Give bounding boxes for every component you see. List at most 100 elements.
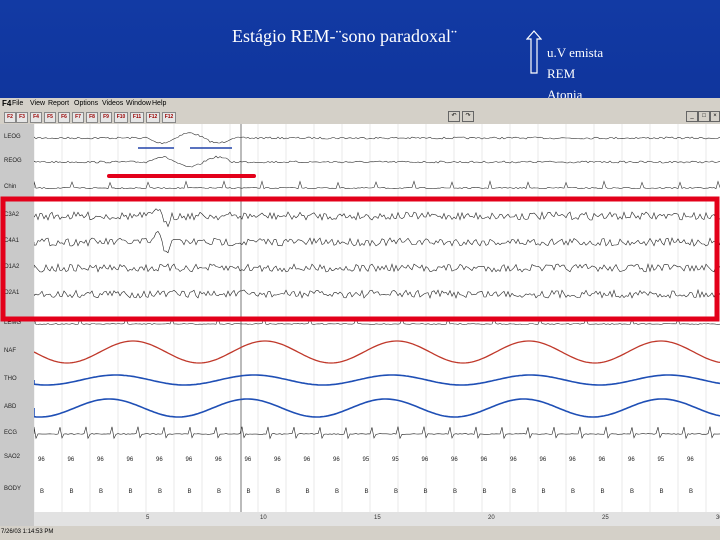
body-position-value: B [394, 489, 398, 495]
menu-window[interactable]: Window [126, 100, 151, 107]
toolbar-button[interactable]: F12 [146, 112, 160, 123]
toolbar-button[interactable]: F2 [4, 112, 16, 123]
menu-report[interactable]: Report [48, 100, 69, 107]
signal-trace [34, 230, 720, 254]
toolbar: F2 F3 F4 F5 F6 F7 F8 F9 F10 F11 F12 F12 … [0, 110, 720, 125]
spo2-value: 96 [628, 457, 635, 463]
spo2-value: 95 [392, 457, 399, 463]
spo2-value: 96 [510, 457, 517, 463]
menu-videos[interactable]: Videos [102, 100, 123, 107]
body-position-value: B [601, 489, 605, 495]
spo2-value: 96 [687, 457, 694, 463]
spo2-value: 96 [422, 457, 429, 463]
channel-label-body: BODY [4, 486, 22, 492]
spo2-value: 96 [481, 457, 488, 463]
menu-file[interactable]: File [12, 100, 23, 107]
body-position-value: B [483, 489, 487, 495]
channel-label-ecg: ECG [4, 430, 18, 436]
channel-label-leog: LEOG [4, 134, 21, 140]
redo-icon[interactable]: ↷ [462, 111, 474, 122]
channel-label-abd: ABD [4, 404, 17, 410]
spo2-value: 96 [333, 457, 340, 463]
signal-trace [34, 208, 720, 228]
spo2-value: 96 [38, 457, 45, 463]
signal-trace [34, 340, 720, 364]
time-tick-label: 20 [488, 515, 495, 521]
channel-labels: LEOG REOG Chin C3A2 C4A1 O1A2 O2A1 LEMG NAF THO AB… [0, 124, 34, 512]
body-position-value: B [512, 489, 516, 495]
signal-trace [34, 288, 720, 299]
close-icon[interactable]: × [710, 111, 720, 122]
note-line: u.V emista [547, 45, 604, 60]
toolbar-button[interactable]: F11 [130, 112, 144, 123]
channel-label-sao2: SAO2 [4, 454, 21, 460]
slide-notes: u.V emista REM Atonia [547, 42, 603, 105]
signal-trace [34, 155, 720, 168]
undo-icon[interactable]: ↶ [448, 111, 460, 122]
time-tick-label: 30 [716, 515, 720, 521]
signal-trace [34, 317, 720, 325]
minimize-icon[interactable]: _ [686, 111, 698, 122]
toolbar-button[interactable]: F9 [100, 112, 112, 123]
note-line: REM [547, 66, 576, 81]
body-position-value: B [306, 489, 310, 495]
status-clock: 7/26/03 1:14:53 PM [1, 529, 54, 535]
channel-label-o2a1: O2A1 [4, 290, 20, 296]
time-tick-label: 25 [602, 515, 609, 521]
toolbar-button[interactable]: F3 [16, 112, 28, 123]
body-position-value: B [188, 489, 192, 495]
toolbar-button[interactable]: F12 [162, 112, 176, 123]
time-tick-label: 15 [374, 515, 381, 521]
body-position-value: B [276, 489, 280, 495]
spo2-value: 96 [569, 457, 576, 463]
signal-trace [34, 398, 720, 418]
signal-plot: 96 96 96 96 96 96 96 96 96 96 96 95 95 96 96 96 96 96 96 96… [34, 124, 720, 512]
signal-trace [34, 180, 720, 190]
toolbar-button[interactable]: F7 [72, 112, 84, 123]
toolbar-button[interactable]: F5 [44, 112, 56, 123]
menu-help[interactable]: Help [152, 100, 166, 107]
body-position-value: B [571, 489, 575, 495]
channel-label-lemg: LEMG [4, 320, 22, 326]
spo2-value: 96 [156, 457, 163, 463]
spo2-value: 96 [451, 457, 458, 463]
body-position-value: B [689, 489, 693, 495]
body-position-value: B [542, 489, 546, 495]
maximize-icon[interactable]: □ [698, 111, 710, 122]
menu-view[interactable]: View [30, 100, 45, 107]
toolbar-button[interactable]: F8 [86, 112, 98, 123]
channel-label-o1a2: O1A2 [4, 264, 20, 270]
spo2-value: 96 [97, 457, 104, 463]
body-position-value: B [158, 489, 162, 495]
psg-viewer-window: F4 File View Report Options Videos Windo… [0, 98, 720, 540]
spo2-value: 96 [245, 457, 252, 463]
body-position-value: B [40, 489, 44, 495]
signal-trace [34, 426, 720, 440]
signal-trace [34, 132, 720, 145]
spo2-value: 96 [599, 457, 606, 463]
signal-trace [34, 263, 720, 273]
body-position-value: B [217, 489, 221, 495]
channel-label-c3a2: C3A2 [4, 212, 20, 218]
time-axis: 5 10 15 20 25 30 [34, 512, 720, 526]
body-position-value: B [630, 489, 634, 495]
channel-label-chin: Chin [4, 184, 17, 190]
up-arrow-icon [526, 30, 542, 74]
channel-label-tho: THO [4, 376, 17, 382]
body-position-value: B [99, 489, 103, 495]
menu-options[interactable]: Options [74, 100, 98, 107]
body-position-value: B [335, 489, 339, 495]
body-position-value: B [70, 489, 74, 495]
spo2-value: 95 [658, 457, 665, 463]
channel-label-reog: REOG [4, 158, 22, 164]
toolbar-button[interactable]: F6 [58, 112, 70, 123]
toolbar-button[interactable]: F10 [114, 112, 128, 123]
toolbar-button[interactable]: F4 [30, 112, 42, 123]
spo2-value: 96 [540, 457, 547, 463]
slide-title: Estágio REM-¨sono paradoxal¨ [232, 26, 457, 46]
menu-bar: F4 File View Report Options Videos Windo… [0, 98, 720, 110]
body-position-value: B [247, 489, 251, 495]
spo2-value: 96 [274, 457, 281, 463]
time-tick-label: 5 [146, 515, 150, 521]
spo2-value: 96 [127, 457, 134, 463]
